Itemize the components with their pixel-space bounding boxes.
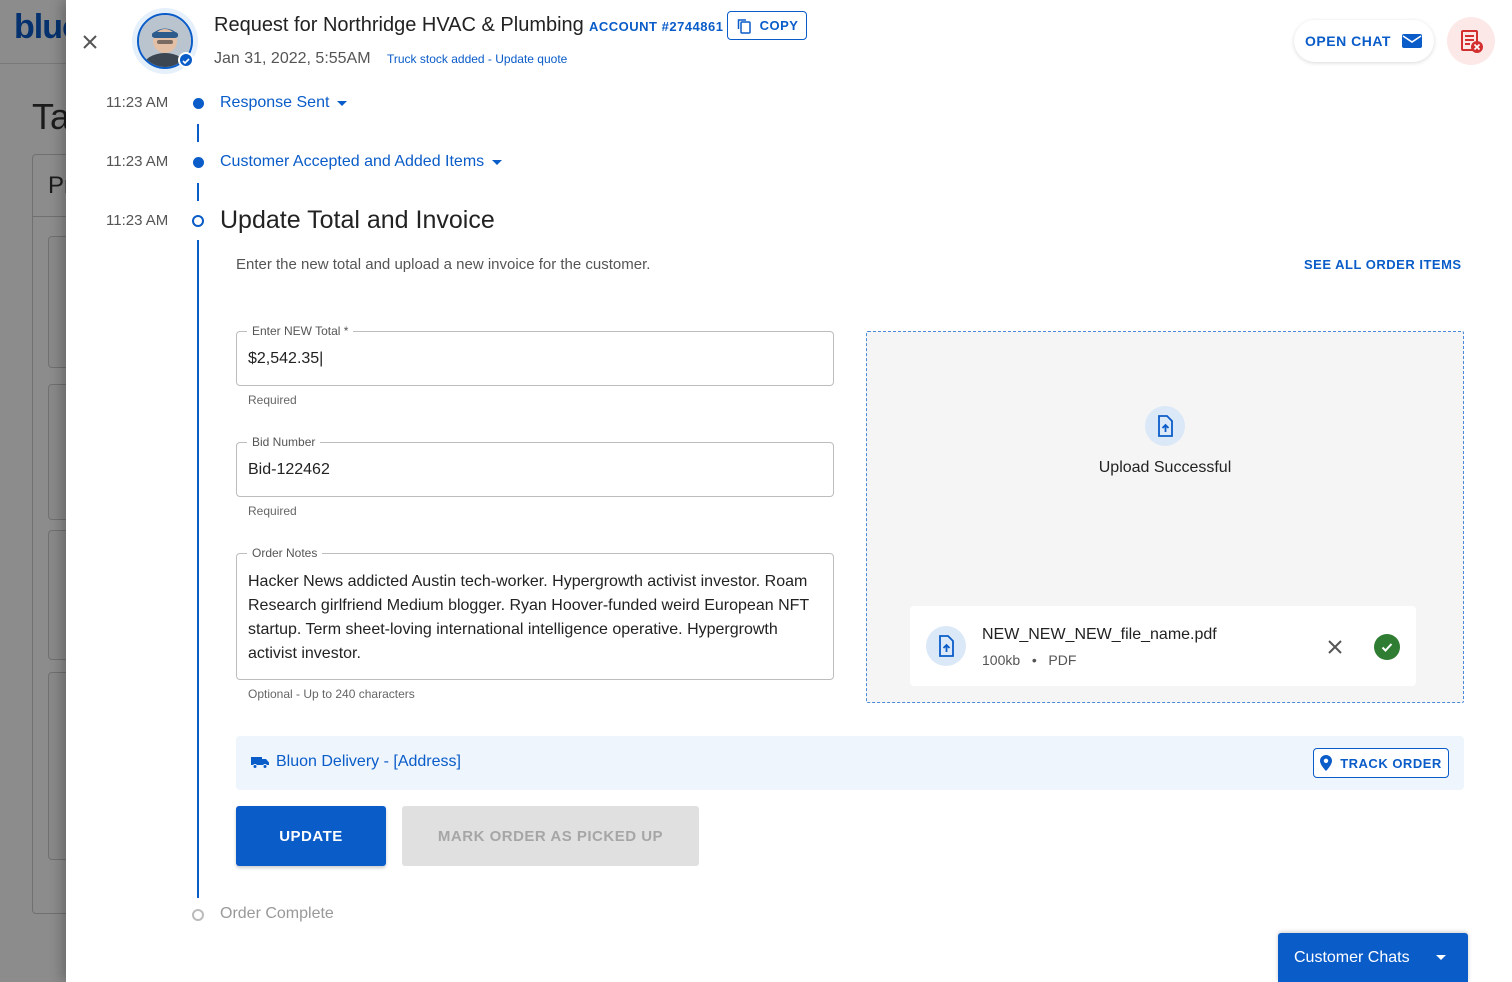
copy-button[interactable]: COPY	[727, 11, 807, 40]
meta-separator: •	[1024, 652, 1045, 668]
timeline-time: 11:23 AM	[106, 212, 169, 229]
order-drawer: Request for Northridge HVAC & Plumbing A…	[66, 0, 1512, 982]
avatar	[132, 8, 198, 74]
timeline-event-response-sent[interactable]: Response Sent	[220, 94, 348, 112]
new-total-label: Enter NEW Total *	[247, 324, 354, 338]
copy-label: COPY	[759, 18, 799, 33]
order-notes-value: Hacker News addicted Austin tech-worker.…	[248, 573, 809, 662]
delivery-bar: Bluon Delivery - [Address] TRACK ORDER	[236, 736, 1464, 790]
new-total-value: $2,542.35|	[248, 350, 324, 367]
timeline-event-customer-accepted[interactable]: Customer Accepted and Added Items	[220, 153, 503, 171]
timeline-time: 11:23 AM	[106, 94, 169, 111]
current-step-title: Update Total and Invoice	[220, 206, 495, 234]
timeline-connector	[197, 183, 199, 201]
timeline-event-label: Response Sent	[220, 94, 330, 111]
file-size: 100kb	[982, 652, 1021, 668]
close-icon	[1328, 640, 1342, 654]
copy-icon	[737, 18, 751, 34]
new-total-helper: Required	[248, 393, 297, 407]
update-button[interactable]: UPDATE	[236, 806, 386, 866]
new-total-field[interactable]: Enter NEW Total * $2,542.35|	[236, 324, 834, 386]
timeline-dot	[193, 157, 204, 168]
request-title: Request for Northridge HVAC & Plumbing	[214, 14, 584, 36]
upload-status: Upload Successful	[1098, 459, 1232, 476]
cancel-order-button[interactable]	[1447, 17, 1495, 65]
caret-down-icon	[492, 159, 503, 165]
delivery-address: Bluon Delivery - [Address]	[276, 753, 461, 770]
timeline-connector	[197, 124, 199, 142]
mark-picked-up-button[interactable]: MARK ORDER AS PICKED UP	[402, 806, 699, 866]
stock-update-link[interactable]: Truck stock added - Update quote	[387, 52, 567, 66]
file-type: PDF	[1048, 652, 1077, 668]
request-date: Jan 31, 2022, 5:55AM	[214, 50, 371, 67]
close-icon	[83, 35, 97, 49]
account-number: ACCOUNT #2744861	[589, 19, 724, 34]
location-pin-icon	[1320, 755, 1333, 771]
open-chat-label: OPEN CHAT	[1305, 33, 1391, 49]
order-notes-helper: Optional - Up to 240 characters	[248, 687, 415, 701]
file-name: NEW_NEW_NEW_file_name.pdf	[982, 626, 1217, 643]
mail-icon	[1401, 34, 1422, 48]
order-cancel-icon	[1461, 30, 1483, 53]
instruction-text: Enter the new total and upload a new inv…	[236, 256, 651, 273]
file-upload-icon	[1145, 406, 1185, 446]
bid-number-label: Bid Number	[247, 435, 321, 449]
track-order-label: TRACK ORDER	[1340, 755, 1442, 771]
bid-number-field[interactable]: Bid Number Bid-122462	[236, 435, 834, 497]
timeline-event-label: Customer Accepted and Added Items	[220, 153, 485, 170]
file-meta: 100kb • PDF	[982, 652, 1076, 668]
close-button[interactable]	[78, 30, 102, 54]
uploaded-file-card: NEW_NEW_NEW_file_name.pdf 100kb • PDF	[910, 606, 1416, 686]
customer-chats-label: Customer Chats	[1294, 948, 1410, 966]
check-circle-icon	[1374, 634, 1400, 660]
see-all-order-items-link[interactable]: SEE ALL ORDER ITEMS	[1304, 257, 1462, 272]
truck-icon	[251, 757, 269, 769]
timeline-pending-dot	[192, 909, 204, 921]
customer-chats-bar[interactable]: Customer Chats	[1278, 933, 1468, 982]
timeline-dot	[193, 98, 204, 109]
caret-down-icon	[337, 100, 348, 106]
timeline-connector	[197, 240, 199, 898]
bid-number-value: Bid-122462	[248, 461, 330, 478]
open-chat-button[interactable]: OPEN CHAT	[1294, 20, 1434, 62]
timeline-current-dot	[192, 215, 204, 227]
order-complete-step: Order Complete	[220, 905, 334, 922]
file-icon	[926, 626, 966, 666]
caret-down-icon	[1436, 955, 1446, 960]
verified-badge-icon	[178, 52, 194, 68]
invoice-upload-dropzone[interactable]: Upload Successful NEW_NEW_NEW_file_name.…	[866, 331, 1464, 703]
order-notes-label: Order Notes	[247, 546, 323, 560]
order-notes-field[interactable]: Order Notes Hacker News addicted Austin …	[236, 546, 834, 680]
remove-file-button[interactable]	[1324, 636, 1346, 658]
bid-number-helper: Required	[248, 504, 297, 518]
track-order-button[interactable]: TRACK ORDER	[1313, 748, 1449, 778]
timeline-time: 11:23 AM	[106, 153, 169, 170]
